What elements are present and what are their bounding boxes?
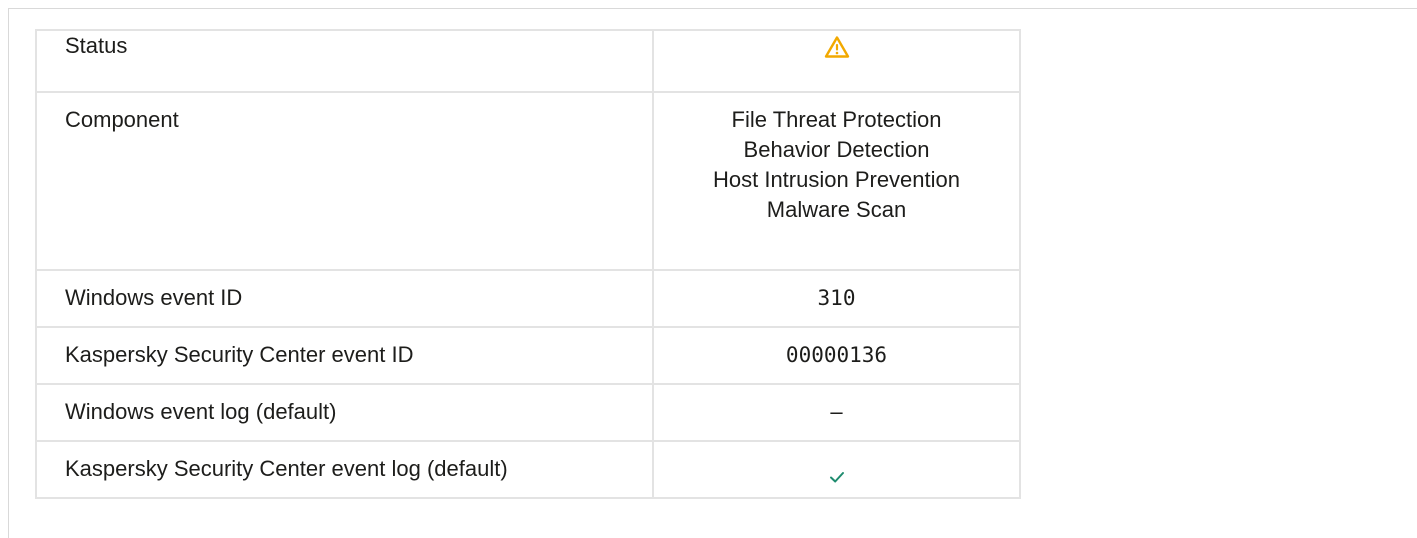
table-row: Status	[35, 29, 1021, 93]
row-value-windows-event-id: 310	[652, 269, 1021, 328]
table-row: Kaspersky Security Center event log (def…	[35, 440, 1021, 499]
not-logged-dash: –	[830, 399, 843, 424]
row-label-ksc-event-id: Kaspersky Security Center event ID	[35, 326, 654, 385]
row-value-ksc-event-log	[652, 440, 1021, 499]
row-value-status	[652, 29, 1021, 93]
component-item: Behavior Detection	[743, 137, 930, 162]
row-label-component: Component	[35, 91, 654, 271]
warning-icon	[824, 35, 850, 59]
component-item: File Threat Protection	[731, 107, 942, 132]
row-value-component: File Threat Protection Behavior Detectio…	[652, 91, 1021, 271]
table-row: Windows event ID 310	[35, 269, 1021, 328]
row-label-ksc-event-log: Kaspersky Security Center event log (def…	[35, 440, 654, 499]
row-label-windows-event-log: Windows event log (default)	[35, 383, 654, 442]
component-item: Host Intrusion Prevention	[712, 167, 961, 192]
table-row: Component File Threat Protection Behavio…	[35, 91, 1021, 271]
row-value-windows-event-log: –	[652, 383, 1021, 442]
event-properties-table: Status Component File Threat Protection …	[35, 29, 1021, 499]
row-value-ksc-event-id: 00000136	[652, 326, 1021, 385]
checkmark-icon	[828, 464, 846, 483]
component-item: Malware Scan	[766, 197, 907, 222]
table-row: Windows event log (default) –	[35, 383, 1021, 442]
table-row: Kaspersky Security Center event ID 00000…	[35, 326, 1021, 385]
row-label-windows-event-id: Windows event ID	[35, 269, 654, 328]
row-label-status: Status	[35, 29, 654, 93]
